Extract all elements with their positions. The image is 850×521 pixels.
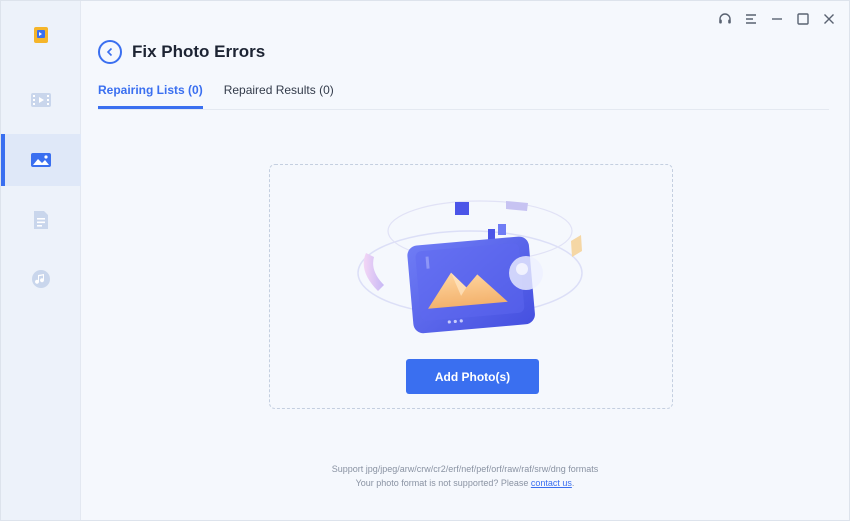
minimize-icon [772,18,782,20]
app-logo [1,9,81,61]
tab-bar: Repairing Lists (0) Repaired Results (0) [98,83,355,109]
document-icon [34,211,48,229]
contact-us-link[interactable]: contact us [531,478,572,488]
close-icon [824,14,834,24]
sidebar-item-photo[interactable] [1,134,81,186]
menu-icon [746,14,756,24]
photo-illustration [357,200,583,334]
page-header: Fix Photo Errors [98,40,265,64]
music-icon [32,270,50,288]
tab-divider [98,109,829,110]
photo-icon [31,153,51,167]
minimize-button[interactable] [769,11,785,27]
photo-dropzone[interactable]: Add Photo(s) [269,164,673,409]
footer-info: Support jpg/jpeg/arw/crw/cr2/erf/nef/pef… [81,462,849,490]
unsupported-period: . [571,478,575,488]
unsupported-text: Your photo format is not supported? Plea… [355,478,531,488]
unsupported-line: Your photo format is not supported? Plea… [81,476,849,490]
support-button[interactable] [717,11,733,27]
headset-icon [719,13,731,24]
sidebar-item-document[interactable] [1,194,81,246]
supported-formats-text: Support jpg/jpeg/arw/crw/cr2/erf/nef/pef… [331,464,599,474]
app-logo-icon [34,27,48,43]
add-photos-button[interactable]: Add Photo(s) [406,359,539,394]
app-window: Fix Photo Errors Repairing Lists (0) Rep… [0,0,850,521]
sidebar-item-video[interactable] [1,74,81,126]
tab-repairing-lists[interactable]: Repairing Lists (0) [98,83,203,109]
video-icon [31,93,51,107]
sidebar-item-music[interactable] [1,253,81,305]
menu-button[interactable] [743,11,759,27]
page-title: Fix Photo Errors [132,42,266,61]
main-content: Fix Photo Errors Repairing Lists (0) Rep… [81,1,849,520]
sidebar [1,1,81,520]
maximize-button[interactable] [795,11,811,27]
back-button[interactable] [98,40,122,64]
maximize-icon [797,13,809,25]
chevron-left-icon [106,47,113,57]
close-button[interactable] [821,11,837,27]
titlebar-controls [717,11,837,27]
tab-repaired-results[interactable]: Repaired Results (0) [224,83,334,109]
